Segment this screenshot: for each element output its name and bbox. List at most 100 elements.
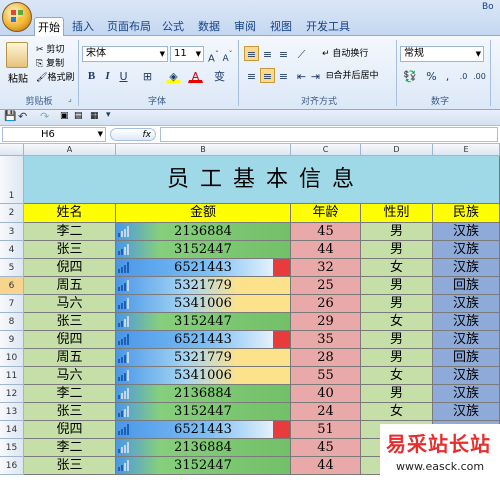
formula-input[interactable] xyxy=(160,127,498,142)
gender-cell[interactable]: 男 xyxy=(361,241,433,259)
age-cell[interactable]: 29 xyxy=(291,313,361,331)
gender-cell[interactable]: 男 xyxy=(361,349,433,367)
row-header[interactable]: 14 xyxy=(0,421,24,439)
age-cell[interactable]: 28 xyxy=(291,349,361,367)
age-cell[interactable]: 24 xyxy=(291,403,361,421)
undo-icon[interactable]: ↶ xyxy=(18,110,27,123)
increase-indent-icon[interactable]: ⇥ xyxy=(308,68,323,83)
header-cell-gender[interactable]: 性别 xyxy=(361,204,433,223)
row-header[interactable]: 5 xyxy=(0,259,24,277)
row-header[interactable]: 12 xyxy=(0,385,24,403)
ethnic-cell[interactable]: 汉族 xyxy=(433,259,500,277)
increase-decimal-icon[interactable]: .0 xyxy=(456,68,471,83)
age-cell[interactable]: 32 xyxy=(291,259,361,277)
tab-data[interactable]: 数据 xyxy=(194,17,224,36)
row-header[interactable]: 3 xyxy=(0,223,24,241)
amount-cell[interactable]: 2136884 xyxy=(116,439,291,457)
amount-cell[interactable]: 2136884 xyxy=(116,385,291,403)
amount-cell[interactable]: 5341006 xyxy=(116,367,291,385)
name-cell[interactable]: 张三 xyxy=(24,403,116,421)
name-cell[interactable]: 周五 xyxy=(24,277,116,295)
header-cell-name[interactable]: 姓名 xyxy=(24,204,116,223)
bold-icon[interactable]: B xyxy=(84,68,99,83)
format-painter-button[interactable]: 🖌格式刷 xyxy=(36,70,74,83)
dialog-launcher-icon[interactable]: ⌟ xyxy=(68,94,72,103)
align-right-icon[interactable]: ≡ xyxy=(276,68,291,83)
amount-cell[interactable]: 5321779 xyxy=(116,349,291,367)
name-cell[interactable]: 周五 xyxy=(24,349,116,367)
name-cell[interactable]: 李二 xyxy=(24,385,116,403)
age-cell[interactable]: 26 xyxy=(291,295,361,313)
currency-icon[interactable]: 💱 xyxy=(402,68,417,83)
column-header-a[interactable]: A xyxy=(24,144,116,156)
save-icon[interactable]: 💾 xyxy=(4,111,16,122)
ethnic-cell[interactable]: 汉族 xyxy=(433,385,500,403)
name-cell[interactable]: 马六 xyxy=(24,367,116,385)
italic-icon[interactable]: I xyxy=(100,68,115,83)
comma-icon[interactable]: , xyxy=(440,68,455,83)
ethnic-cell[interactable]: 汉族 xyxy=(433,295,500,313)
align-left-icon[interactable]: ≡ xyxy=(244,68,259,83)
paste-icon[interactable] xyxy=(6,42,28,68)
ethnic-cell[interactable]: 汉族 xyxy=(433,223,500,241)
name-cell[interactable]: 倪四 xyxy=(24,421,116,439)
ethnic-cell[interactable]: 汉族 xyxy=(433,403,500,421)
fill-color-icon[interactable]: ◈ xyxy=(166,68,181,83)
row-header[interactable]: 16 xyxy=(0,457,24,475)
phonetic-icon[interactable]: 变 xyxy=(212,68,227,83)
percent-icon[interactable]: % xyxy=(424,68,439,83)
age-cell[interactable]: 25 xyxy=(291,277,361,295)
name-cell[interactable]: 倪四 xyxy=(24,331,116,349)
age-cell[interactable]: 40 xyxy=(291,385,361,403)
tab-review[interactable]: 审阅 xyxy=(230,17,260,36)
wrap-text-button[interactable]: ↵ 自动换行 xyxy=(322,46,368,59)
row-header[interactable]: 15 xyxy=(0,439,24,457)
underline-icon[interactable]: U xyxy=(116,68,131,83)
age-cell[interactable]: 44 xyxy=(291,241,361,259)
row-header[interactable]: 6 xyxy=(0,277,24,295)
sheet-title-cell[interactable]: 员 工 基 本 信 息 xyxy=(24,156,500,204)
name-cell[interactable]: 张三 xyxy=(24,313,116,331)
row-header[interactable]: 8 xyxy=(0,313,24,331)
amount-cell[interactable]: 3152447 xyxy=(116,241,291,259)
age-cell[interactable]: 35 xyxy=(291,331,361,349)
name-cell[interactable]: 张三 xyxy=(24,457,116,475)
spell-check-icon[interactable]: ▤ xyxy=(74,111,83,121)
redo-icon[interactable]: ↷ xyxy=(40,110,49,123)
align-middle-icon[interactable]: ≡ xyxy=(260,46,275,61)
ethnic-cell[interactable]: 汉族 xyxy=(433,331,500,349)
paste-button[interactable]: 粘贴 xyxy=(6,70,30,85)
tab-page-layout[interactable]: 页面布局 xyxy=(104,17,154,36)
align-top-icon[interactable]: ≡ xyxy=(244,46,259,61)
number-format-select[interactable]: 常规 ▼ xyxy=(400,46,484,62)
name-cell[interactable]: 倪四 xyxy=(24,259,116,277)
align-bottom-icon[interactable]: ≡ xyxy=(276,46,291,61)
amount-cell[interactable]: 3152447 xyxy=(116,457,291,475)
gender-cell[interactable]: 女 xyxy=(361,259,433,277)
gender-cell[interactable]: 男 xyxy=(361,385,433,403)
header-cell-ethnic[interactable]: 民族 xyxy=(433,204,500,223)
name-cell[interactable]: 李二 xyxy=(24,439,116,457)
tab-formulas[interactable]: 公式 xyxy=(158,17,188,36)
amount-cell[interactable]: 6521443 xyxy=(116,259,291,277)
age-cell[interactable]: 45 xyxy=(291,439,361,457)
column-header-e[interactable]: E xyxy=(433,144,500,156)
ethnic-cell[interactable]: 汉族 xyxy=(433,241,500,259)
tab-insert[interactable]: 插入 xyxy=(68,17,98,36)
row-header[interactable]: 4 xyxy=(0,241,24,259)
decrease-decimal-icon[interactable]: .00 xyxy=(472,68,487,83)
amount-cell[interactable]: 5341006 xyxy=(116,295,291,313)
copy-button[interactable]: ⎘ 复制 xyxy=(36,56,64,69)
header-cell-age[interactable]: 年龄 xyxy=(291,204,361,223)
row-header[interactable]: 1 xyxy=(0,156,24,204)
column-header-b[interactable]: B xyxy=(116,144,291,156)
grow-font-icon[interactable]: Aˆ xyxy=(206,46,221,64)
ethnic-cell[interactable]: 回族 xyxy=(433,349,500,367)
amount-cell[interactable]: 2136884 xyxy=(116,223,291,241)
row-header[interactable]: 7 xyxy=(0,295,24,313)
office-button[interactable] xyxy=(2,2,32,32)
align-center-icon[interactable]: ≡ xyxy=(260,68,275,83)
age-cell[interactable]: 55 xyxy=(291,367,361,385)
print-preview-icon[interactable]: ▣ xyxy=(60,111,69,121)
row-header[interactable]: 10 xyxy=(0,349,24,367)
